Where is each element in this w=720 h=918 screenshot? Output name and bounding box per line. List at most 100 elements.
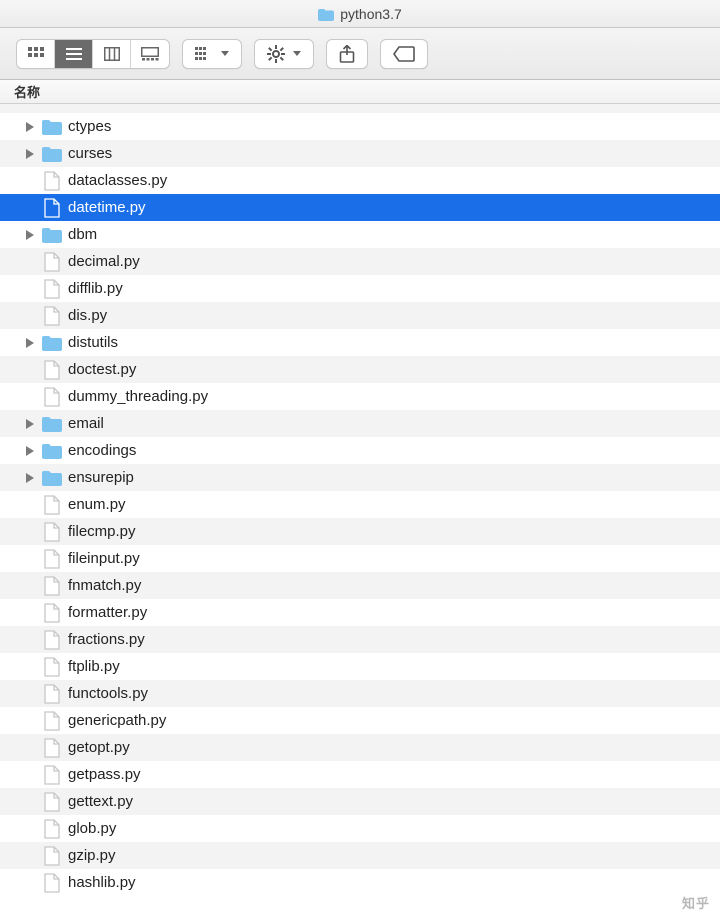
list-row[interactable]: distutils: [0, 329, 720, 356]
list-view-button[interactable]: [55, 40, 93, 68]
list-row[interactable]: enum.py: [0, 491, 720, 518]
list-row[interactable]: getpass.py: [0, 761, 720, 788]
share-button[interactable]: [326, 39, 368, 69]
column-header-name: 名称: [14, 82, 40, 101]
item-name: formatter.py: [68, 604, 147, 621]
disclosure-triangle-icon: [24, 769, 36, 781]
disclosure-triangle-icon: [24, 364, 36, 376]
file-icon: [42, 873, 62, 893]
gear-icon: [267, 45, 285, 63]
list-row[interactable]: ftplib.py: [0, 653, 720, 680]
disclosure-triangle-icon: [24, 391, 36, 403]
gallery-view-button[interactable]: [131, 40, 169, 68]
list-row[interactable]: encodings: [0, 437, 720, 464]
icon-view-button[interactable]: [17, 40, 55, 68]
file-icon: [42, 306, 62, 326]
list-row-partial[interactable]: [0, 104, 720, 113]
file-icon: [42, 549, 62, 569]
disclosure-triangle-icon: [24, 526, 36, 538]
disclosure-triangle-icon[interactable]: [24, 337, 36, 349]
item-name: dummy_threading.py: [68, 388, 208, 405]
file-icon: [42, 846, 62, 866]
file-icon: [42, 819, 62, 839]
item-name: getpass.py: [68, 766, 141, 783]
folder-icon: [42, 117, 62, 137]
list-row[interactable]: fileinput.py: [0, 545, 720, 572]
list-row[interactable]: email: [0, 410, 720, 437]
folder-icon: [42, 414, 62, 434]
column-header[interactable]: 名称: [0, 80, 720, 104]
file-icon: [42, 387, 62, 407]
disclosure-triangle-icon: [24, 310, 36, 322]
list-row[interactable]: decimal.py: [0, 248, 720, 275]
list-row[interactable]: fnmatch.py: [0, 572, 720, 599]
list-row[interactable]: curses: [0, 140, 720, 167]
action-menu-button[interactable]: [254, 39, 314, 69]
list-row[interactable]: formatter.py: [0, 599, 720, 626]
disclosure-triangle-icon[interactable]: [24, 445, 36, 457]
list-row[interactable]: filecmp.py: [0, 518, 720, 545]
list-row[interactable]: doctest.py: [0, 356, 720, 383]
disclosure-triangle-icon: [24, 607, 36, 619]
file-icon: [42, 603, 62, 623]
file-icon: [42, 171, 62, 191]
disclosure-triangle-icon[interactable]: [24, 121, 36, 133]
item-name: genericpath.py: [68, 712, 166, 729]
file-icon: [42, 792, 62, 812]
item-name: fractions.py: [68, 631, 145, 648]
list-row[interactable]: dummy_threading.py: [0, 383, 720, 410]
disclosure-triangle-icon: [24, 175, 36, 187]
folder-icon: [42, 468, 62, 488]
disclosure-triangle-icon: [24, 553, 36, 565]
list-row[interactable]: dataclasses.py: [0, 167, 720, 194]
disclosure-triangle-icon: [24, 256, 36, 268]
disclosure-triangle-icon: [24, 742, 36, 754]
disclosure-triangle-icon: [24, 850, 36, 862]
file-icon: [42, 630, 62, 650]
list-row[interactable]: ensurepip: [0, 464, 720, 491]
list-row[interactable]: getopt.py: [0, 734, 720, 761]
list-row[interactable]: glob.py: [0, 815, 720, 842]
file-list: ctypescursesdataclasses.pydatetime.py dbm…: [0, 113, 720, 896]
file-icon: [42, 576, 62, 596]
disclosure-triangle-icon[interactable]: [24, 229, 36, 241]
item-name: distutils: [68, 334, 118, 351]
list-row[interactable]: dis.py: [0, 302, 720, 329]
item-name: dbm: [68, 226, 97, 243]
list-row[interactable]: hashlib.py: [0, 869, 720, 896]
item-name: hashlib.py: [68, 874, 136, 891]
disclosure-triangle-icon: [24, 688, 36, 700]
file-icon: [42, 738, 62, 758]
list-row[interactable]: fractions.py: [0, 626, 720, 653]
item-name: functools.py: [68, 685, 148, 702]
item-name: gettext.py: [68, 793, 133, 810]
list-row[interactable]: ctypes: [0, 113, 720, 140]
item-name: decimal.py: [68, 253, 140, 270]
item-name: gzip.py: [68, 847, 116, 864]
list-row[interactable]: functools.py: [0, 680, 720, 707]
disclosure-triangle-icon: [24, 823, 36, 835]
item-name: ftplib.py: [68, 658, 120, 675]
toolbar: [0, 28, 720, 80]
disclosure-triangle-icon[interactable]: [24, 472, 36, 484]
disclosure-triangle-icon: [24, 580, 36, 592]
disclosure-triangle-icon[interactable]: [24, 418, 36, 430]
list-row[interactable]: gzip.py: [0, 842, 720, 869]
column-view-button[interactable]: [93, 40, 131, 68]
file-icon: [42, 279, 62, 299]
file-icon: [42, 198, 62, 218]
tags-button[interactable]: [380, 39, 428, 69]
item-name: fileinput.py: [68, 550, 140, 567]
item-name: filecmp.py: [68, 523, 136, 540]
list-row[interactable]: difflib.py: [0, 275, 720, 302]
list-row[interactable]: datetime.py: [0, 194, 720, 221]
window-title: python3.7: [340, 6, 402, 22]
file-icon: [42, 252, 62, 272]
disclosure-triangle-icon[interactable]: [24, 148, 36, 160]
item-name: doctest.py: [68, 361, 136, 378]
group-by-button[interactable]: [182, 39, 242, 69]
folder-icon: [42, 441, 62, 461]
list-row[interactable]: dbm: [0, 221, 720, 248]
list-row[interactable]: gettext.py: [0, 788, 720, 815]
list-row[interactable]: genericpath.py: [0, 707, 720, 734]
